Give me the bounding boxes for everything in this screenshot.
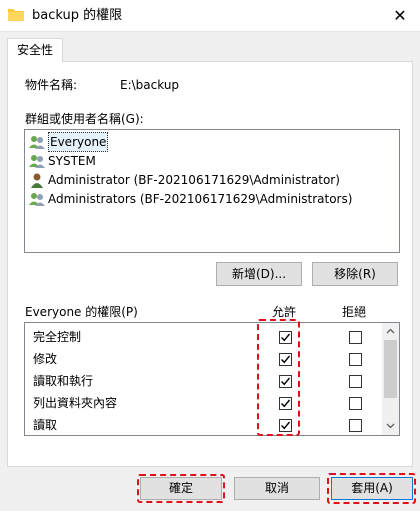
object-name-label: 物件名稱:: [25, 78, 78, 92]
window-title: backup 的權限: [32, 8, 123, 23]
allow-column-highlight: [257, 319, 300, 436]
perm-name: 讀取: [33, 418, 58, 432]
deny-checkbox-full-control[interactable]: [349, 331, 362, 344]
deny-header: 拒絕: [342, 305, 367, 319]
permissions-listbox[interactable]: 完全控制 修改 讀取和執行 列出資料夾內容 讀取: [24, 322, 400, 436]
permissions-scrollbar[interactable]: [382, 323, 399, 435]
ok-button-highlight: [137, 474, 225, 503]
apply-button-highlight: [327, 473, 416, 504]
users-group-icon: [29, 193, 45, 206]
perm-row-full-control: 完全控制: [33, 326, 81, 348]
perm-name: 完全控制: [33, 330, 82, 344]
close-button[interactable]: ✕: [390, 6, 410, 26]
list-item-label: SYSTEM: [48, 154, 96, 168]
list-item-label: Administrator (BF-202106171629\Administr…: [48, 173, 340, 187]
cancel-button[interactable]: 取消: [234, 477, 320, 500]
list-item-administrators[interactable]: Administrators (BF-202106171629\Administ…: [29, 190, 352, 208]
chevron-down-icon[interactable]: [386, 423, 395, 429]
scrollbar-thumb[interactable]: [384, 340, 397, 398]
allow-header: 允許: [272, 305, 297, 319]
list-item-administrator[interactable]: Administrator (BF-202106171629\Administr…: [29, 171, 340, 189]
folder-icon: [8, 9, 24, 21]
deny-checkbox-modify[interactable]: [349, 353, 362, 366]
perm-row-list-folder: 列出資料夾內容: [33, 392, 117, 414]
deny-checkbox-read-execute[interactable]: [349, 375, 362, 388]
users-group-icon: [29, 155, 45, 168]
object-name-value: E:\backup: [120, 78, 180, 92]
remove-button[interactable]: 移除(R): [312, 262, 398, 286]
perm-row-read-execute: 讀取和執行: [33, 370, 93, 392]
deny-checkbox-list-folder[interactable]: [349, 397, 362, 410]
title-bar: backup 的權限 ✕: [0, 0, 420, 32]
user-icon: [31, 173, 43, 188]
security-panel: 物件名稱: E:\backup 群組或使用者名稱(G): Everyone SY…: [7, 61, 413, 467]
groups-label: 群組或使用者名稱(G):: [25, 112, 144, 126]
users-group-icon: [29, 136, 45, 149]
list-item-label: Administrators (BF-202106171629\Administ…: [48, 192, 353, 206]
perm-row-read: 讀取: [33, 414, 57, 436]
groups-listbox[interactable]: Everyone SYSTEM Administrator (BF-202106…: [24, 129, 400, 253]
add-button[interactable]: 新增(D)...: [216, 262, 302, 286]
list-item-system[interactable]: SYSTEM: [29, 152, 96, 170]
chevron-up-icon[interactable]: [386, 328, 395, 334]
permissions-label: Everyone 的權限(P): [25, 305, 138, 319]
list-item-everyone[interactable]: Everyone: [29, 132, 109, 152]
tab-security[interactable]: 安全性: [7, 38, 63, 62]
list-item-label: Everyone: [48, 132, 109, 152]
perm-row-modify: 修改: [33, 348, 57, 370]
perm-name: 讀取和執行: [33, 374, 94, 388]
deny-checkbox-read[interactable]: [349, 419, 362, 432]
perm-name: 列出資料夾內容: [33, 396, 118, 410]
perm-name: 修改: [33, 352, 58, 366]
